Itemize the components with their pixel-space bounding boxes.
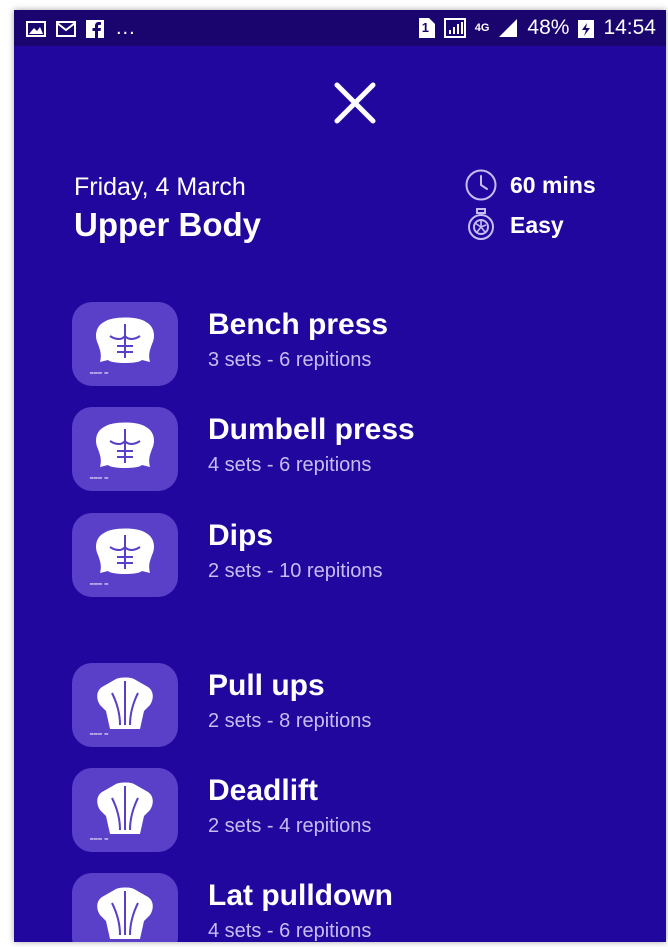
gallery-notification-icon xyxy=(26,20,46,37)
signal-box-icon xyxy=(443,18,466,38)
exercise-detail: 4 sets - 6 repitions xyxy=(208,454,372,476)
chest-muscle-icon xyxy=(96,528,154,574)
app-screen: ... 1 4G 48% 14:54 Friday, 4 March Upper… xyxy=(14,10,666,942)
exercise-item-dips[interactable]: ━━━ ━ Dips 2 sets - 10 repitions xyxy=(72,513,632,597)
exercise-item-deadlift[interactable]: ━━━ ━ Deadlift 2 sets - 4 repitions xyxy=(72,768,632,852)
exercise-detail: 3 sets - 6 repitions xyxy=(208,349,372,371)
exercise-name: Bench press xyxy=(208,308,389,341)
back-muscle-icon xyxy=(97,677,153,729)
chest-muscle-icon xyxy=(96,317,154,363)
status-bar: ... 1 4G 48% 14:54 xyxy=(14,10,666,46)
workout-difficulty: Easy xyxy=(464,208,564,242)
workout-title: Upper Body xyxy=(74,206,262,243)
exercise-item-lat-pulldown[interactable]: ━━━ ━ Lat pulldown 4 sets - 6 repitions xyxy=(72,873,632,942)
workout-date: Friday, 4 March xyxy=(74,173,246,201)
network-type-label: 4G xyxy=(474,22,490,34)
clock-time: 14:54 xyxy=(603,16,656,39)
exercise-thumbnail: ━━━ ━ xyxy=(72,513,178,597)
stopwatch-icon xyxy=(468,208,494,240)
cellular-signal-icon xyxy=(498,18,518,38)
exercise-name: Dumbell press xyxy=(208,413,415,446)
exercise-detail: 2 sets - 8 repitions xyxy=(208,710,372,732)
exercise-name: Dips xyxy=(208,519,274,552)
sim-card-icon: 1 xyxy=(417,18,435,38)
exercise-thumbnail: ━━━ ━ xyxy=(72,768,178,852)
close-button[interactable] xyxy=(332,80,378,126)
exercise-thumbnail: ━━━ ━ xyxy=(72,407,178,491)
sim-slot-number: 1 xyxy=(421,20,429,35)
duration-label: 60 mins xyxy=(510,171,596,198)
exercise-thumbnail: ━━━ ━ xyxy=(72,302,178,386)
workout-duration: 60 mins xyxy=(464,168,596,202)
exercise-thumbnail: ━━━ ━ xyxy=(72,873,178,942)
email-notification-icon xyxy=(56,20,76,37)
close-icon xyxy=(334,82,376,124)
chest-muscle-icon xyxy=(96,422,154,468)
exercise-item-dumbell-press[interactable]: ━━━ ━ Dumbell press 4 sets - 6 repitions xyxy=(72,407,632,491)
battery-charging-icon xyxy=(578,18,595,38)
exercise-detail: 2 sets - 10 repitions xyxy=(208,560,383,582)
difficulty-label: Easy xyxy=(510,211,564,238)
battery-percentage: 48% xyxy=(527,16,570,39)
back-muscle-icon xyxy=(97,887,153,939)
exercise-thumbnail: ━━━ ━ xyxy=(72,663,178,747)
exercise-item-pull-ups[interactable]: ━━━ ━ Pull ups 2 sets - 8 repitions xyxy=(72,663,632,747)
exercise-item-bench-press[interactable]: ━━━ ━ Bench press 3 sets - 6 repitions xyxy=(72,302,632,386)
exercise-name: Lat pulldown xyxy=(208,879,393,912)
more-notifications-indicator: ... xyxy=(116,17,136,39)
exercise-detail: 2 sets - 4 repitions xyxy=(208,815,372,837)
exercise-name: Deadlift xyxy=(208,774,319,807)
exercise-name: Pull ups xyxy=(208,669,325,702)
facebook-notification-icon xyxy=(86,19,104,38)
clock-icon xyxy=(465,169,497,201)
back-muscle-icon xyxy=(97,782,153,834)
exercise-detail: 4 sets - 6 repitions xyxy=(208,920,372,942)
